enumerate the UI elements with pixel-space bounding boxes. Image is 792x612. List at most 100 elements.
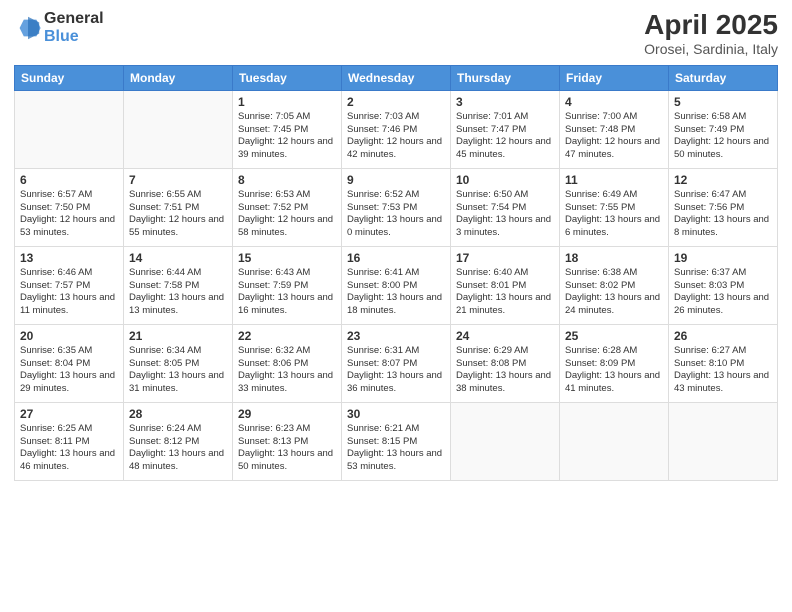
day-info: Sunrise: 6:35 AMSunset: 8:04 PMDaylight:… (20, 345, 118, 396)
day-number: 5 (674, 95, 772, 109)
day-info: Sunrise: 6:40 AMSunset: 8:01 PMDaylight:… (456, 267, 554, 318)
logo-text: General Blue (44, 10, 104, 45)
day-cell: 16 Sunrise: 6:41 AMSunset: 8:00 PMDayligh… (342, 246, 451, 324)
day-number: 20 (20, 329, 118, 343)
day-info: Sunrise: 6:27 AMSunset: 8:10 PMDaylight:… (674, 345, 772, 396)
day-info: Sunrise: 6:24 AMSunset: 8:12 PMDaylight:… (129, 423, 227, 474)
day-cell: 6 Sunrise: 6:57 AMSunset: 7:50 PMDaylight… (15, 168, 124, 246)
day-cell: 11Sunrise: 6:49 AMSunset: 7:55 PMDayligh… (560, 168, 669, 246)
day-cell: 9 Sunrise: 6:52 AMSunset: 7:53 PMDaylight… (342, 168, 451, 246)
day-number: 10 (456, 173, 554, 187)
day-number: 28 (129, 407, 227, 421)
week-row-1: 1 Sunrise: 7:05 AMSunset: 7:45 PMDaylight… (15, 90, 778, 168)
day-cell: 25 Sunrise: 6:28 AMSunset: 8:09 PMDayligh… (560, 324, 669, 402)
day-cell: 13Sunrise: 6:46 AMSunset: 7:57 PMDayligh… (15, 246, 124, 324)
day-number: 30 (347, 407, 445, 421)
logo: General Blue (14, 10, 104, 45)
day-info: Sunrise: 6:50 AMSunset: 7:54 PMDaylight:… (456, 189, 554, 240)
day-number: 8 (238, 173, 336, 187)
day-number: 21 (129, 329, 227, 343)
day-cell (15, 90, 124, 168)
day-cell: 26 Sunrise: 6:27 AMSunset: 8:10 PMDayligh… (669, 324, 778, 402)
day-number: 26 (674, 329, 772, 343)
day-number: 9 (347, 173, 445, 187)
day-number: 13 (20, 251, 118, 265)
title-block: April 2025 Orosei, Sardinia, Italy (644, 10, 778, 57)
day-cell: 24 Sunrise: 6:29 AMSunset: 8:08 PMDayligh… (451, 324, 560, 402)
day-info: Sunrise: 6:21 AMSunset: 8:15 PMDaylight:… (347, 423, 445, 474)
day-number: 17 (456, 251, 554, 265)
day-info: Sunrise: 6:29 AMSunset: 8:08 PMDaylight:… (456, 345, 554, 396)
day-number: 12 (674, 173, 772, 187)
day-cell: 18 Sunrise: 6:38 AMSunset: 8:02 PMDayligh… (560, 246, 669, 324)
day-number: 6 (20, 173, 118, 187)
day-cell: 29Sunrise: 6:23 AMSunset: 8:13 PMDayligh… (233, 402, 342, 480)
day-cell: 5 Sunrise: 6:58 AMSunset: 7:49 PMDaylight… (669, 90, 778, 168)
week-row-2: 6 Sunrise: 6:57 AMSunset: 7:50 PMDaylight… (15, 168, 778, 246)
day-cell: 10 Sunrise: 6:50 AMSunset: 7:54 PMDayligh… (451, 168, 560, 246)
day-cell: 17 Sunrise: 6:40 AMSunset: 8:01 PMDayligh… (451, 246, 560, 324)
logo-general-text: General (44, 10, 104, 28)
day-cell: 20 Sunrise: 6:35 AMSunset: 8:04 PMDayligh… (15, 324, 124, 402)
day-cell: 27Sunrise: 6:25 AMSunset: 8:11 PMDayligh… (15, 402, 124, 480)
day-cell: 14Sunrise: 6:44 AMSunset: 7:58 PMDayligh… (124, 246, 233, 324)
day-cell (669, 402, 778, 480)
day-cell: 23 Sunrise: 6:31 AMSunset: 8:07 PMDayligh… (342, 324, 451, 402)
day-info: Sunrise: 6:53 AMSunset: 7:52 PMDaylight:… (238, 189, 336, 240)
col-header-monday: Monday (124, 65, 233, 90)
day-number: 4 (565, 95, 663, 109)
day-cell: 12Sunrise: 6:47 AMSunset: 7:56 PMDayligh… (669, 168, 778, 246)
day-number: 7 (129, 173, 227, 187)
col-header-thursday: Thursday (451, 65, 560, 90)
calendar-header-row: SundayMondayTuesdayWednesdayThursdayFrid… (15, 65, 778, 90)
day-info: Sunrise: 7:00 AMSunset: 7:48 PMDaylight:… (565, 111, 663, 162)
day-cell: 8 Sunrise: 6:53 AMSunset: 7:52 PMDaylight… (233, 168, 342, 246)
day-info: Sunrise: 6:41 AMSunset: 8:00 PMDaylight:… (347, 267, 445, 318)
day-cell: 1 Sunrise: 7:05 AMSunset: 7:45 PMDaylight… (233, 90, 342, 168)
week-row-5: 27Sunrise: 6:25 AMSunset: 8:11 PMDayligh… (15, 402, 778, 480)
day-info: Sunrise: 6:52 AMSunset: 7:53 PMDaylight:… (347, 189, 445, 240)
day-info: Sunrise: 6:43 AMSunset: 7:59 PMDaylight:… (238, 267, 336, 318)
day-number: 14 (129, 251, 227, 265)
day-info: Sunrise: 6:38 AMSunset: 8:02 PMDaylight:… (565, 267, 663, 318)
day-number: 29 (238, 407, 336, 421)
day-number: 1 (238, 95, 336, 109)
day-number: 27 (20, 407, 118, 421)
day-cell (451, 402, 560, 480)
day-info: Sunrise: 6:37 AMSunset: 8:03 PMDaylight:… (674, 267, 772, 318)
col-header-tuesday: Tuesday (233, 65, 342, 90)
header: General Blue April 2025 Orosei, Sardinia… (14, 10, 778, 57)
day-info: Sunrise: 6:28 AMSunset: 8:09 PMDaylight:… (565, 345, 663, 396)
page: General Blue April 2025 Orosei, Sardinia… (0, 0, 792, 612)
day-number: 25 (565, 329, 663, 343)
col-header-sunday: Sunday (15, 65, 124, 90)
day-cell (560, 402, 669, 480)
week-row-3: 13Sunrise: 6:46 AMSunset: 7:57 PMDayligh… (15, 246, 778, 324)
day-info: Sunrise: 6:58 AMSunset: 7:49 PMDaylight:… (674, 111, 772, 162)
day-number: 16 (347, 251, 445, 265)
calendar-location: Orosei, Sardinia, Italy (644, 41, 778, 57)
day-number: 23 (347, 329, 445, 343)
day-number: 24 (456, 329, 554, 343)
day-info: Sunrise: 6:57 AMSunset: 7:50 PMDaylight:… (20, 189, 118, 240)
day-number: 15 (238, 251, 336, 265)
day-cell: 22 Sunrise: 6:32 AMSunset: 8:06 PMDayligh… (233, 324, 342, 402)
day-cell: 2Sunrise: 7:03 AMSunset: 7:46 PMDaylight… (342, 90, 451, 168)
day-info: Sunrise: 7:01 AMSunset: 7:47 PMDaylight:… (456, 111, 554, 162)
logo-blue-text: Blue (44, 28, 104, 46)
day-cell: 4 Sunrise: 7:00 AMSunset: 7:48 PMDaylight… (560, 90, 669, 168)
calendar-title: April 2025 (644, 10, 778, 41)
day-cell: 19Sunrise: 6:37 AMSunset: 8:03 PMDayligh… (669, 246, 778, 324)
calendar-table: SundayMondayTuesdayWednesdayThursdayFrid… (14, 65, 778, 481)
day-cell: 21 Sunrise: 6:34 AMSunset: 8:05 PMDayligh… (124, 324, 233, 402)
day-cell: 7Sunrise: 6:55 AMSunset: 7:51 PMDaylight… (124, 168, 233, 246)
col-header-wednesday: Wednesday (342, 65, 451, 90)
day-info: Sunrise: 6:31 AMSunset: 8:07 PMDaylight:… (347, 345, 445, 396)
day-number: 2 (347, 95, 445, 109)
day-number: 18 (565, 251, 663, 265)
day-number: 11 (565, 173, 663, 187)
day-number: 22 (238, 329, 336, 343)
day-info: Sunrise: 6:32 AMSunset: 8:06 PMDaylight:… (238, 345, 336, 396)
day-info: Sunrise: 6:34 AMSunset: 8:05 PMDaylight:… (129, 345, 227, 396)
day-info: Sunrise: 7:05 AMSunset: 7:45 PMDaylight:… (238, 111, 336, 162)
